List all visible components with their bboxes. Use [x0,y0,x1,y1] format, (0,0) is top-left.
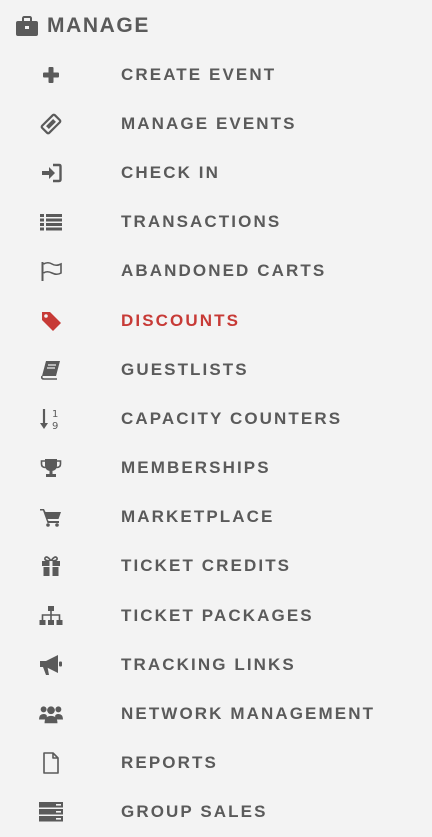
nav-item-label: CHECK IN [121,162,220,182]
nav-item-check-in[interactable]: CHECK IN [0,148,432,197]
nav-item-label: REPORTS [121,753,218,773]
nav-item-guestlists[interactable]: GUESTLISTS [0,345,432,394]
nav-item-label: MEMBERSHIPS [121,458,271,478]
nav-item-label: MARKETPLACE [121,507,275,527]
manage-nav-list: CREATE EVENT MANAGE EVENTS CHECK IN TRAN… [0,50,432,837]
nav-item-create-event[interactable]: CREATE EVENT [0,50,432,99]
nav-item-ticket-packages[interactable]: TICKET PACKAGES [0,591,432,640]
nav-item-label: GUESTLISTS [121,359,249,379]
nav-item-ticket-credits[interactable]: TICKET CREDITS [0,542,432,591]
tag-icon [39,309,63,333]
nav-item-label: TICKET PACKAGES [121,605,314,625]
nav-item-label: GROUP SALES [121,802,268,822]
section-header-manage: MANAGE [16,10,150,42]
nav-item-label: ABANDONED CARTS [121,261,327,281]
nav-item-label: TICKET CREDITS [121,556,292,576]
svg-text:9: 9 [52,421,58,431]
server-icon [39,800,63,824]
nav-item-label: CAPACITY COUNTERS [121,408,343,428]
ticket-icon [39,112,63,136]
gift-icon [39,554,63,578]
sign-in-icon [39,161,63,185]
plus-icon [39,63,63,87]
nav-item-capacity-counters[interactable]: 1 9 CAPACITY COUNTERS [0,394,432,443]
flag-icon [39,259,63,283]
file-icon [39,751,63,775]
trophy-icon [39,456,63,480]
nav-item-label: CREATE EVENT [121,64,277,84]
cart-icon [39,505,63,529]
briefcase-icon [16,16,38,36]
nav-item-label: TRANSACTIONS [121,212,282,232]
nav-item-manage-events[interactable]: MANAGE EVENTS [0,99,432,148]
list-icon [39,210,63,234]
nav-item-label: NETWORK MANAGEMENT [121,704,376,724]
svg-text:1: 1 [52,409,58,420]
nav-item-discounts[interactable]: DISCOUNTS [0,296,432,345]
megaphone-icon [39,653,63,677]
section-title: MANAGE [47,14,150,37]
nav-item-transactions[interactable]: TRANSACTIONS [0,198,432,247]
book-icon [39,358,63,382]
nav-item-memberships[interactable]: MEMBERSHIPS [0,444,432,493]
sort-numeric-icon: 1 9 [39,407,63,431]
users-icon [39,702,63,726]
nav-item-network-management[interactable]: NETWORK MANAGEMENT [0,689,432,738]
sitemap-icon [39,604,63,628]
nav-item-marketplace[interactable]: MARKETPLACE [0,493,432,542]
nav-item-label: DISCOUNTS [121,310,241,330]
nav-item-group-sales[interactable]: GROUP SALES [0,788,432,837]
nav-item-reports[interactable]: REPORTS [0,739,432,788]
nav-item-tracking-links[interactable]: TRACKING LINKS [0,640,432,689]
nav-item-label: TRACKING LINKS [121,654,296,674]
nav-item-abandoned-carts[interactable]: ABANDONED CARTS [0,247,432,296]
nav-item-label: MANAGE EVENTS [121,113,297,133]
